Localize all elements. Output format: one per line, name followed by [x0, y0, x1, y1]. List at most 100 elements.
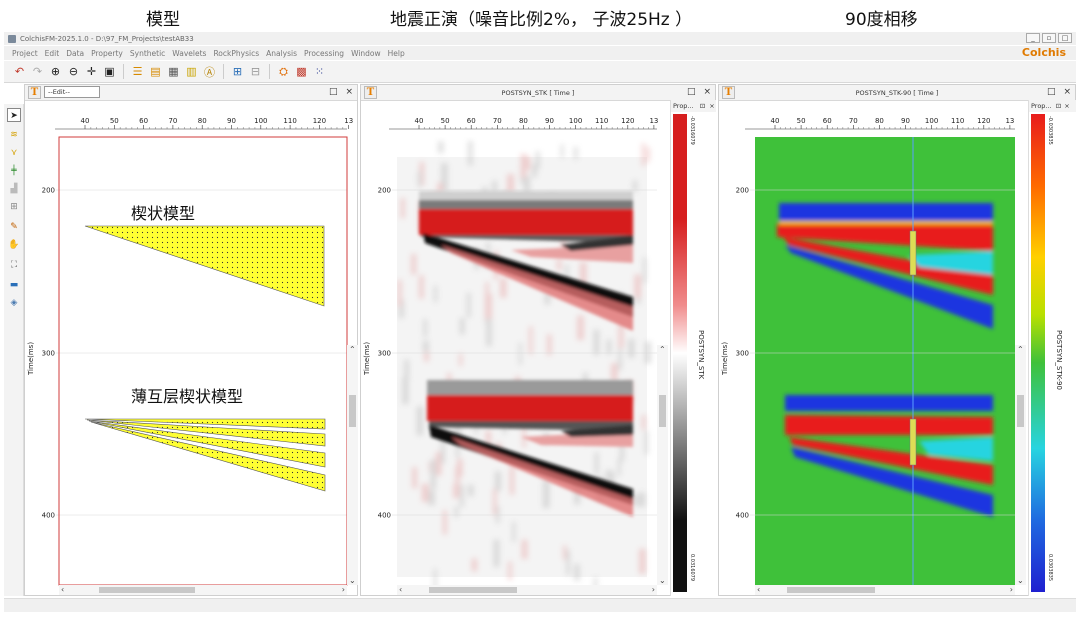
stk-horizontal-scrollbar[interactable]: ‹ › — [397, 585, 657, 595]
menu-help[interactable]: Help — [388, 49, 405, 58]
panel-close-icon[interactable]: × — [1063, 87, 1071, 97]
scroll-right-icon[interactable]: › — [652, 585, 655, 594]
zoom-out-icon[interactable]: ⊖ — [66, 64, 81, 79]
maximize-button[interactable]: □ — [1058, 33, 1072, 43]
x-tick-label: 90 — [545, 117, 554, 125]
pan-icon[interactable]: ✛ — [84, 64, 99, 79]
stk-panel-controls: □ × — [687, 87, 711, 97]
noise-streak — [518, 342, 522, 366]
menu-project[interactable]: Project — [12, 49, 38, 58]
scroll-up-icon[interactable]: ⌃ — [349, 345, 356, 354]
menu-property[interactable]: Property — [91, 49, 123, 58]
panel-maximize-icon[interactable]: □ — [1047, 87, 1056, 97]
scroll-left-icon[interactable]: ‹ — [61, 585, 64, 594]
select-tool-icon[interactable]: ⛶ — [7, 258, 21, 272]
scroll-thumb[interactable] — [99, 587, 195, 593]
y-tick-label: 300 — [736, 350, 749, 358]
y-tick-label: 200 — [42, 187, 55, 195]
depth-icon[interactable]: ▦ — [166, 64, 181, 79]
noise-streak — [633, 494, 639, 506]
menu-analysis[interactable]: Analysis — [266, 49, 297, 58]
noise-streak — [467, 141, 473, 166]
panel-maximize-icon[interactable]: □ — [687, 87, 696, 97]
menu-wavelets[interactable]: Wavelets — [172, 49, 206, 58]
wavelet-icon[interactable]: ⊞ — [230, 64, 245, 79]
scroll-up-icon[interactable]: ⌃ — [659, 345, 666, 354]
x-tick-label: 100 — [569, 117, 582, 125]
caption-model: 模型 — [146, 10, 180, 30]
scroll-up-icon[interactable]: ⌃ — [1017, 345, 1024, 354]
draw-tool-icon[interactable]: ✎ — [7, 220, 21, 234]
scroll-down-icon[interactable]: ⌄ — [349, 576, 356, 585]
noise-streak — [419, 275, 424, 299]
noise-streak — [404, 359, 410, 381]
scroll-down-icon[interactable]: ⌄ — [1017, 576, 1024, 585]
noise-streak — [416, 406, 423, 436]
layer-icon[interactable]: ▥ — [184, 64, 199, 79]
noise-streak — [430, 459, 436, 489]
noise-streak — [412, 467, 417, 489]
layer-tool-icon[interactable]: ▟ — [7, 182, 21, 196]
x-tick-label: 80 — [519, 117, 528, 125]
stack-tool-icon[interactable]: ◈ — [7, 296, 21, 310]
fill-tool-icon[interactable]: ✋ — [7, 238, 21, 252]
grid-icon[interactable]: ▩ — [294, 64, 309, 79]
image-tool-icon[interactable]: ▬ — [7, 278, 21, 292]
horizon-tool-icon[interactable]: ≋ — [7, 128, 21, 142]
pin-icon[interactable]: ⊡ — [700, 102, 705, 110]
prop-close-icon[interactable]: × — [1064, 102, 1069, 110]
scroll-thumb[interactable] — [1017, 395, 1024, 427]
pointer-icon[interactable]: ➤ — [7, 108, 21, 122]
scroll-left-icon[interactable]: ‹ — [399, 585, 402, 594]
restore-button[interactable]: ▫ — [1042, 33, 1056, 43]
menu-edit[interactable]: Edit — [45, 49, 60, 58]
fit-icon[interactable]: ▣ — [102, 64, 117, 79]
stk90-horizontal-scrollbar[interactable]: ‹ › — [755, 585, 1015, 595]
scroll-thumb[interactable] — [659, 395, 666, 427]
seismic-icon[interactable]: ⊟ — [248, 64, 263, 79]
scroll-thumb[interactable] — [429, 587, 517, 593]
cross-tool-icon[interactable]: ╪ — [7, 164, 21, 178]
horizon-icon[interactable]: ☰ — [130, 64, 145, 79]
y-axis-label: Time(ms) — [721, 342, 729, 376]
stk90-vertical-scrollbar[interactable]: ⌃ ⌄ — [1015, 345, 1026, 585]
fault-tool-icon[interactable]: ⋎ — [7, 146, 21, 160]
model-horizontal-scrollbar[interactable]: ‹ › — [59, 585, 347, 595]
palette-icon[interactable]: ⛭ — [276, 64, 291, 79]
scroll-thumb[interactable] — [349, 395, 356, 427]
menu-data[interactable]: Data — [66, 49, 84, 58]
text-icon[interactable]: Ⓐ — [202, 64, 217, 79]
noise-streak — [646, 147, 650, 162]
model-plot: 40 50 60 70 80 90 100 110 120 13 200 300 400 Time(m… — [27, 117, 353, 586]
minimize-button[interactable]: _ — [1026, 33, 1040, 43]
scroll-right-icon[interactable]: › — [342, 585, 345, 594]
noise-streak — [494, 471, 501, 492]
scroll-down-icon[interactable]: ⌄ — [659, 576, 666, 585]
panel-close-icon[interactable]: × — [703, 87, 711, 97]
dots-icon[interactable]: ⁙ — [312, 64, 327, 79]
prop-close-icon[interactable]: × — [709, 102, 714, 110]
menu-synthetic[interactable]: Synthetic — [130, 49, 165, 58]
noise-streak — [639, 548, 646, 574]
menu-window[interactable]: Window — [351, 49, 381, 58]
status-bar — [4, 598, 1076, 612]
edit-dropdown[interactable]: --Edit-- — [44, 86, 100, 98]
brand-logo: Colchis — [1021, 46, 1066, 59]
scroll-left-icon[interactable]: ‹ — [757, 585, 760, 594]
grid-tool-icon[interactable]: ⊞ — [7, 200, 21, 214]
redo-icon[interactable]: ↷ — [30, 64, 45, 79]
stk90-panel-controls: □ × — [1047, 87, 1071, 97]
noise-streak — [593, 329, 600, 355]
undo-icon[interactable]: ↶ — [12, 64, 27, 79]
stk-vertical-scrollbar[interactable]: ⌃ ⌄ — [657, 345, 668, 585]
model-vertical-scrollbar[interactable]: ⌃ ⌄ — [347, 345, 358, 585]
zoom-in-icon[interactable]: ⊕ — [48, 64, 63, 79]
menu-processing[interactable]: Processing — [304, 49, 344, 58]
label-icon[interactable]: ▤ — [148, 64, 163, 79]
scroll-thumb[interactable] — [787, 587, 875, 593]
noise-streak — [454, 506, 459, 518]
scroll-right-icon[interactable]: › — [1010, 585, 1013, 594]
menu-rockphysics[interactable]: RockPhysics — [213, 49, 259, 58]
caption-phase: 90度相移 — [845, 10, 918, 30]
pin-icon[interactable]: ⊡ — [1056, 102, 1061, 110]
